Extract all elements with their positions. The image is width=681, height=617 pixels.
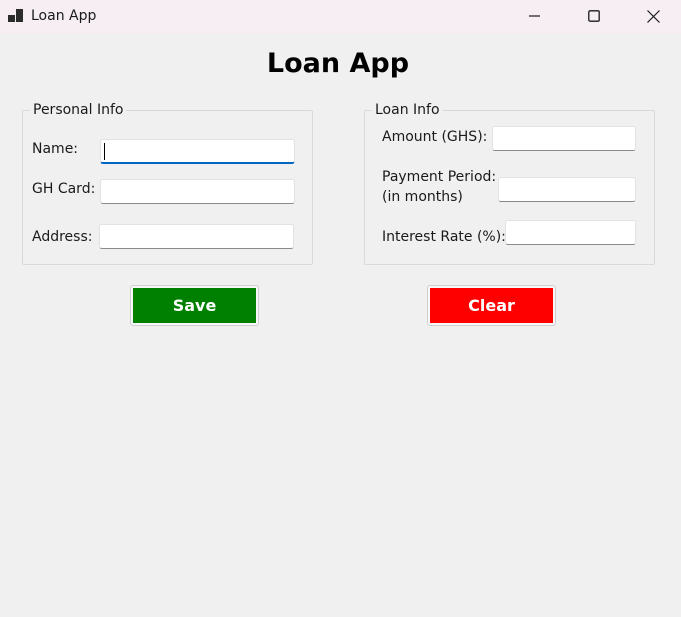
text-caret [104, 143, 105, 160]
save-button-label: Save [133, 288, 256, 323]
save-button[interactable]: Save [130, 285, 259, 326]
name-label: Name: [32, 141, 79, 157]
amount-field[interactable] [492, 126, 636, 151]
minimize-button[interactable] [512, 0, 558, 33]
close-button[interactable] [630, 0, 676, 33]
title-bar[interactable]: Loan App [0, 0, 681, 34]
address-field[interactable] [99, 224, 294, 249]
payment-period-label-line2: (in months) [382, 189, 463, 205]
clear-button-label: Clear [430, 288, 553, 323]
amount-label: Amount (GHS): [382, 129, 488, 145]
payment-period-label: Payment Period: (in months) [382, 167, 496, 207]
payment-period-field[interactable] [498, 177, 636, 202]
maximize-icon [588, 10, 600, 22]
name-field[interactable] [100, 139, 295, 164]
payment-period-label-line1: Payment Period: [382, 169, 497, 185]
window-title: Loan App [31, 8, 97, 24]
minimize-icon [529, 15, 540, 17]
clear-button[interactable]: Clear [427, 285, 556, 326]
gh-card-label: GH Card: [32, 181, 96, 197]
page-title: Loan App [266, 48, 410, 79]
gh-card-field[interactable] [100, 179, 295, 204]
interest-rate-field[interactable] [505, 220, 636, 245]
close-icon [647, 10, 660, 23]
maximize-button[interactable] [571, 0, 617, 33]
address-label: Address: [32, 229, 93, 245]
personal-info-legend: Personal Info [30, 102, 127, 118]
interest-rate-label: Interest Rate (%): [382, 229, 506, 245]
loan-info-legend: Loan Info [372, 102, 443, 118]
app-icon [8, 9, 24, 23]
